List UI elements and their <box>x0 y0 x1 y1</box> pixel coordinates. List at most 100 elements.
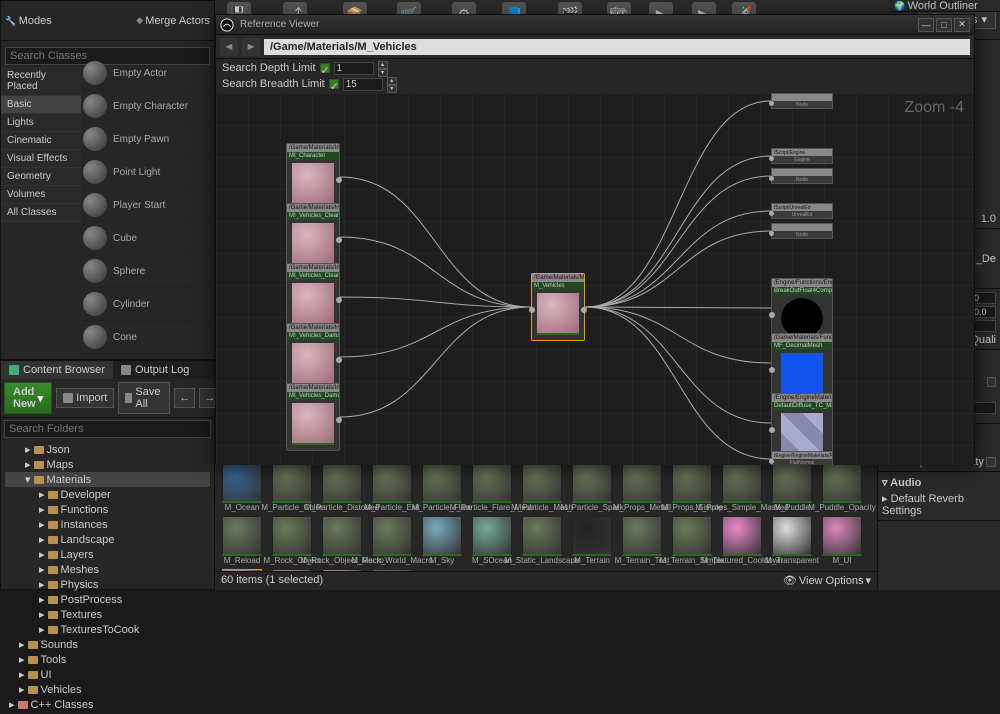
override-gravity-checkbox[interactable] <box>987 377 996 387</box>
folder-item[interactable]: ▸ UI <box>5 667 210 682</box>
refwin-titlebar[interactable]: Reference Viewer — □ ✕ <box>216 15 974 35</box>
asset-item[interactable]: M_Textured_Cooldown <box>719 516 765 565</box>
node-output-pin[interactable] <box>336 357 342 363</box>
folder-item[interactable]: ▸ Functions <box>5 502 210 517</box>
view-options-button[interactable]: 👁 View Options ▾ <box>783 574 871 587</box>
output-log-tab[interactable]: Output Log <box>113 361 197 379</box>
search-folders-input[interactable] <box>4 420 211 438</box>
cat-basic[interactable]: Basic <box>1 96 81 114</box>
folder-item[interactable]: ▸ Vehicles <box>5 682 210 697</box>
audio-header[interactable]: ▿ Audio <box>882 474 996 491</box>
graph-node-small[interactable]: Node <box>771 223 833 239</box>
import-button[interactable]: Import <box>56 388 114 408</box>
node-output-pin[interactable] <box>336 177 342 183</box>
asset-item[interactable]: M_Terrain_Test <box>619 516 665 565</box>
node-input-pin[interactable] <box>769 176 774 181</box>
folder-item[interactable]: ▸ Maps <box>5 457 210 472</box>
minimize-button[interactable]: — <box>918 18 934 32</box>
asset-item[interactable]: M_Vehicles_Fresnel <box>269 569 315 571</box>
folder-item[interactable]: ▸ Json <box>5 442 210 457</box>
asset-item[interactable]: M_Sky <box>419 516 465 565</box>
graph-node-center[interactable]: /Game/Materials/M_VehiclesM_Vehicles <box>531 273 585 341</box>
asset-item[interactable]: M_Particle_Spark <box>569 463 615 512</box>
nav-back-button[interactable]: ← <box>174 388 195 408</box>
breadth-down[interactable]: ▾ <box>387 85 397 93</box>
node-input-pin[interactable] <box>769 367 775 373</box>
actor-item[interactable]: Sphere <box>81 255 216 288</box>
cat-cinematic[interactable]: Cinematic <box>1 132 81 150</box>
node-input-pin[interactable] <box>769 231 774 236</box>
node-input-pin[interactable] <box>769 101 774 106</box>
node-output-pin[interactable] <box>336 417 342 423</box>
asset-item[interactable]: M_Particle_Mesh <box>519 463 565 512</box>
node-input-pin[interactable] <box>769 312 775 318</box>
folder-item[interactable]: ▸ C++ Classes <box>5 697 210 712</box>
graph-node-left[interactable]: /Game/Materials/Instances/MI_CharacterMI… <box>286 143 340 211</box>
content-browser-tab[interactable]: Content Browser <box>1 361 113 379</box>
graph-node-left[interactable]: /Game/Materials/Instances/MI_Vehicles_Cl… <box>286 263 340 331</box>
cat-all-classes[interactable]: All Classes <box>1 204 81 222</box>
asset-item[interactable]: M_Ocean <box>219 463 265 512</box>
graph-node-small[interactable]: /Engine/EngineMaterials/FlatNormalFlatNo… <box>771 451 833 465</box>
precomp-checkbox[interactable] <box>986 457 996 467</box>
asset-item[interactable]: M_Vehicles <box>219 569 265 571</box>
depth-limit-checkbox[interactable]: ✓ <box>320 63 330 73</box>
close-button[interactable]: ✕ <box>954 18 970 32</box>
node-input-pin[interactable] <box>769 156 774 161</box>
folder-item[interactable]: ▸ Layers <box>5 547 210 562</box>
cat-lights[interactable]: Lights <box>1 114 81 132</box>
asset-item[interactable]: M_WaveForm <box>369 569 415 571</box>
actor-item[interactable]: Point Light <box>81 156 216 189</box>
folder-item[interactable]: ▾ Materials <box>5 472 210 487</box>
asset-item[interactable]: M_Particle_Exit <box>369 463 415 512</box>
asset-item[interactable]: M_Terrain <box>569 516 615 565</box>
actor-item[interactable]: Empty Actor <box>81 57 216 90</box>
actor-item[interactable]: Empty Pawn <box>81 123 216 156</box>
asset-item[interactable]: M_Props_Simple_Masked <box>719 463 765 512</box>
cat-volumes[interactable]: Volumes <box>1 186 81 204</box>
folder-item[interactable]: ▸ Landscape <box>5 532 210 547</box>
graph-node-left[interactable]: /Game/Materials/Instances/MI_Vehicles_Cl… <box>286 203 340 271</box>
node-output-pin[interactable] <box>336 297 342 303</box>
node-output-pin[interactable] <box>336 237 342 243</box>
asset-item[interactable]: M_Rock_World_Macro <box>369 516 415 565</box>
actor-item[interactable]: Cube <box>81 222 216 255</box>
folder-item[interactable]: ▸ PostProcess <box>5 592 210 607</box>
breadth-limit-checkbox[interactable]: ✓ <box>329 79 339 89</box>
maximize-button[interactable]: □ <box>936 18 952 32</box>
cat-recently-placed[interactable]: Recently Placed <box>1 67 81 96</box>
actor-item[interactable]: Cone <box>81 321 216 354</box>
node-input-pin[interactable] <box>529 307 535 313</box>
asset-item[interactable]: M_Static_Landscape <box>519 516 565 565</box>
graph-node-left[interactable]: /Game/Materials/Instances/MI_Vehicles_Da… <box>286 383 340 451</box>
folder-item[interactable]: ▸ Textures <box>5 607 210 622</box>
breadth-limit-input[interactable] <box>343 78 383 91</box>
asset-item[interactable]: M_Particle_Distorted <box>319 463 365 512</box>
asset-item[interactable]: M_Particle_Flare_Mesh <box>469 463 515 512</box>
node-input-pin[interactable] <box>769 427 775 433</box>
node-input-pin[interactable] <box>769 211 774 216</box>
add-new-button[interactable]: Add New ▾ <box>4 382 52 414</box>
refwin-fwd-button[interactable]: ► <box>242 38 260 56</box>
asset-item[interactable]: M_Reload <box>219 516 265 565</box>
asset-item[interactable]: M_Transparent <box>769 516 815 565</box>
asset-item[interactable]: M_Props_MetalI <box>619 463 665 512</box>
save-all-button[interactable]: Save All <box>118 382 170 414</box>
folder-item[interactable]: ▸ Sounds <box>5 637 210 652</box>
depth-limit-input[interactable] <box>334 62 374 75</box>
world-outliner-tab[interactable]: 🌍 World Outliner <box>890 0 1000 12</box>
folder-item[interactable]: ▸ Meshes <box>5 562 210 577</box>
folder-item[interactable]: ▸ Instances <box>5 517 210 532</box>
refwin-back-button[interactable]: ◄ <box>220 38 238 56</box>
folder-item[interactable]: ▸ Tools <box>5 652 210 667</box>
graph-node-right[interactable]: /Game/Materials/Functions/MF_DecimalMesh… <box>771 333 833 401</box>
folder-item[interactable]: ▸ Developer <box>5 487 210 502</box>
actor-item[interactable]: Box Trigger <box>81 354 216 357</box>
actor-item[interactable]: Cylinder <box>81 288 216 321</box>
graph-node-small[interactable]: Node <box>771 168 833 184</box>
asset-item[interactable]: M_Puddle_Opacity <box>819 463 865 512</box>
asset-item[interactable]: M_Vehicles_Opacity <box>319 569 365 571</box>
actor-item[interactable]: Empty Character <box>81 90 216 123</box>
node-output-pin[interactable] <box>581 307 587 313</box>
graph-node-small[interactable]: Node <box>771 93 833 109</box>
